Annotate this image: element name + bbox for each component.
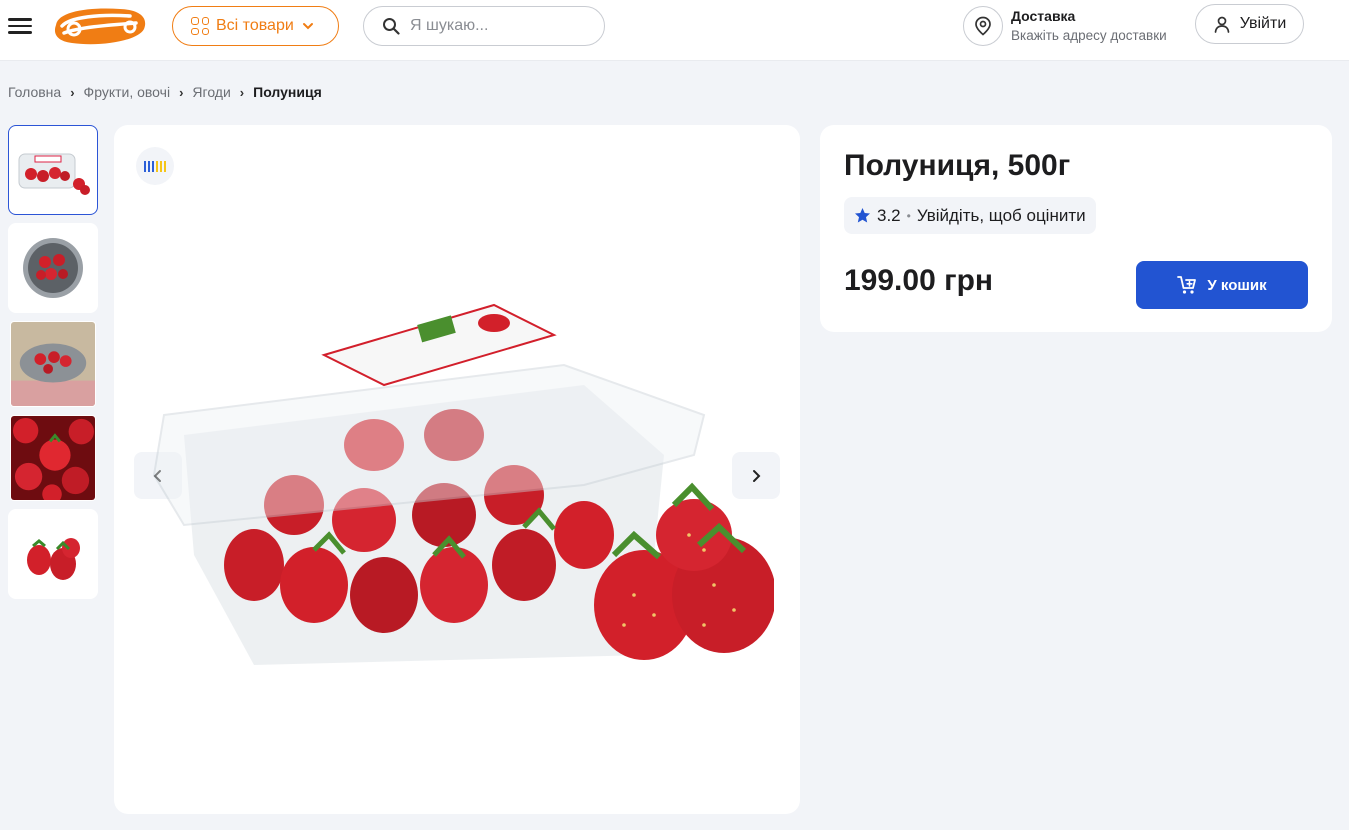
chevron-right-icon: › — [239, 84, 245, 100]
separator-dot: • — [906, 208, 911, 223]
login-label: Увійти — [1239, 15, 1287, 32]
delivery-info[interactable]: Доставка Вкажіть адресу доставки — [1011, 8, 1167, 43]
product-image — [144, 265, 776, 690]
delivery-location-button[interactable] — [963, 6, 1003, 46]
product-info-card: Полуниця, 500г 3.2 • Увійдіть, щоб оціни… — [820, 125, 1332, 332]
delivery-address-link[interactable]: Вкажіть адресу доставки — [1011, 28, 1167, 43]
cart-plus-icon — [1177, 276, 1197, 294]
search-input[interactable] — [410, 17, 580, 35]
chevron-right-icon: › — [179, 84, 184, 100]
chevron-right-icon: › — [70, 84, 75, 100]
add-to-cart-button[interactable]: У кошик — [1136, 261, 1308, 309]
thumbnail-list — [8, 125, 98, 607]
breadcrumb-home[interactable]: Головна — [8, 84, 61, 100]
menu-icon[interactable] — [8, 14, 32, 36]
thumbnail-2[interactable] — [8, 223, 98, 313]
breadcrumb-current: Полуниця — [253, 84, 322, 100]
all-goods-label: Всі товари — [216, 17, 294, 34]
location-pin-icon — [975, 16, 991, 36]
rate-login-link[interactable]: Увійдіть, щоб оцінити — [917, 206, 1086, 226]
all-goods-button[interactable]: Всі товари — [172, 6, 339, 46]
search-icon — [383, 18, 400, 35]
breadcrumb-berries[interactable]: Ягоди — [192, 84, 230, 100]
top-header: Всі товари Доставка Вкажіть адресу доста… — [0, 0, 1349, 61]
silpo-logo[interactable] — [50, 5, 148, 47]
add-to-cart-label: У кошик — [1207, 276, 1267, 294]
user-icon — [1214, 16, 1230, 33]
delivery-title: Доставка — [1011, 8, 1076, 24]
product-price: 199.00 грн — [844, 264, 994, 297]
product-rating: 3.2 • Увійдіть, щоб оцінити — [844, 197, 1096, 234]
chevron-down-icon — [302, 23, 313, 30]
search-box[interactable] — [363, 6, 605, 46]
product-title: Полуниця, 500г — [844, 149, 1071, 182]
breadcrumb: Головна › Фрукти, овочі › Ягоди › Полуни… — [8, 84, 322, 100]
made-in-ukraine-badge — [136, 147, 174, 185]
product-gallery — [114, 125, 800, 814]
thumbnail-5[interactable] — [8, 509, 98, 599]
thumbnail-4[interactable] — [10, 415, 96, 501]
breadcrumb-fruits-vegetables[interactable]: Фрукти, овочі — [84, 84, 171, 100]
star-icon — [855, 208, 870, 223]
thumbnail-1[interactable] — [8, 125, 98, 215]
rating-value: 3.2 — [877, 205, 901, 225]
login-button[interactable]: Увійти — [1195, 4, 1304, 44]
grid-icon — [191, 17, 209, 35]
thumbnail-3[interactable] — [10, 321, 96, 407]
